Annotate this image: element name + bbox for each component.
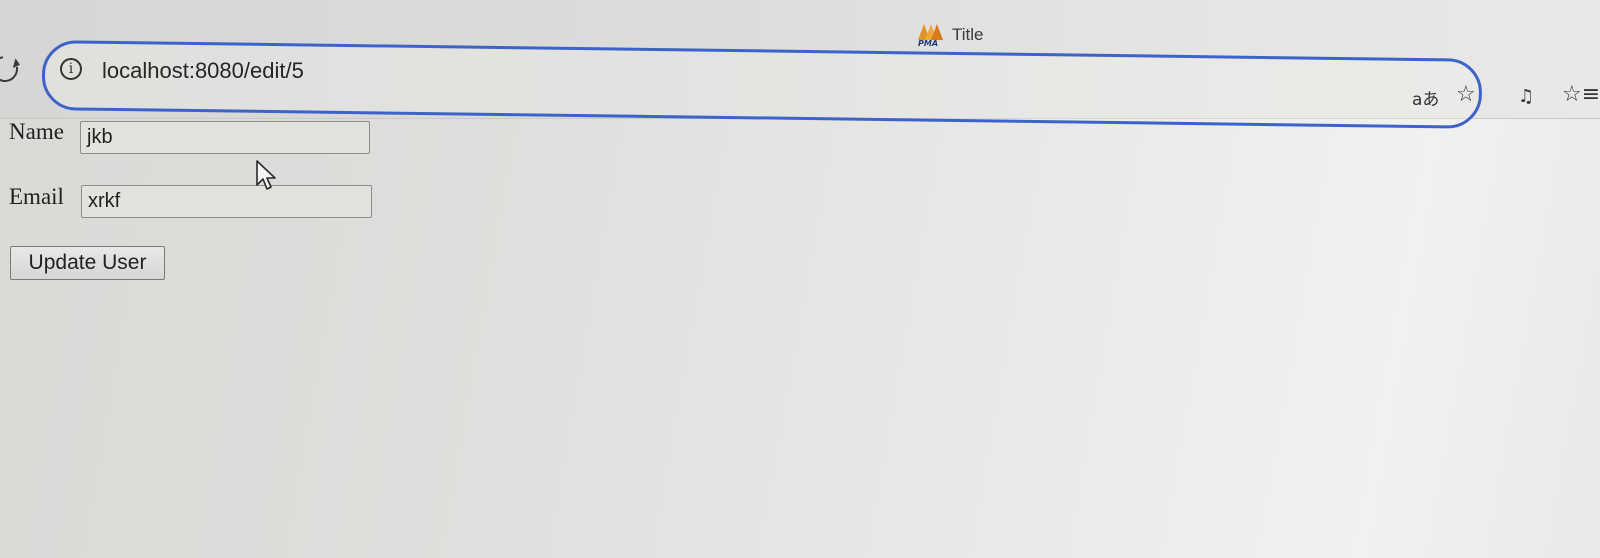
tab-title: Title: [952, 25, 984, 44]
update-user-button[interactable]: Update User: [10, 246, 165, 280]
email-field[interactable]: xrkf: [81, 185, 372, 218]
read-aloud-icon[interactable]: ♫: [1518, 86, 1534, 107]
name-label: Name: [9, 119, 64, 144]
favorite-star-icon[interactable]: ☆: [1456, 82, 1476, 107]
address-url[interactable]: localhost:8080/edit/5: [102, 58, 304, 84]
browser-tab[interactable]: PMA Title: [918, 24, 984, 48]
name-field[interactable]: jkb: [80, 121, 370, 154]
translate-icon[interactable]: aあ: [1412, 85, 1439, 110]
info-icon[interactable]: i: [60, 58, 82, 80]
mouse-cursor-icon: [256, 160, 276, 190]
site-favicon-icon: PMA: [918, 24, 943, 48]
email-label: Email: [9, 184, 64, 209]
favorites-list-icon[interactable]: ☆≡: [1562, 82, 1600, 107]
